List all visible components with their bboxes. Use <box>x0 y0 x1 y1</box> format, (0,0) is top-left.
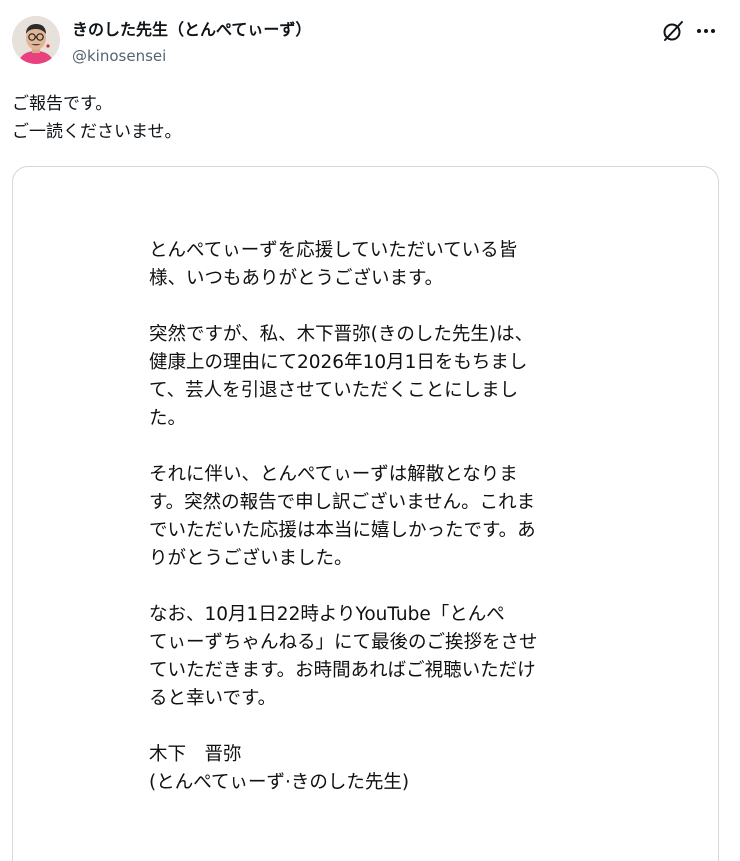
letter-line: てぃーずちゃんねる」にて最後のご挨拶をさせ <box>149 632 538 653</box>
letter-line: ると幸いです。 <box>149 688 277 709</box>
letter-paragraph: 突然ですが、私、木下晋弥(きのした先生)は、 健康上の理由にて2026年10月1… <box>149 321 599 433</box>
letter-line: 様、いつもありがとうございます。 <box>149 268 444 289</box>
letter-line: なお、10月1日22時よりYouTube「とんぺ <box>149 604 505 625</box>
letter-line: て、芸人を引退させていただくことにしまし <box>149 380 519 401</box>
post-text-line: ご報告です。 <box>12 94 113 114</box>
letter-signature: 木下 晋弥 (とんぺてぃーず·きのした先生) <box>149 741 599 797</box>
letter-paragraph: とんぺてぃーずを応援していただいている皆 様、いつもありがとうございます。 <box>149 237 599 293</box>
post-text: ご報告です。 ご一読くださいませ。 <box>12 90 182 146</box>
signature-affiliation: (とんぺてぃーず·きのした先生) <box>149 772 410 793</box>
letter-line: とんぺてぃーずを応援していただいている皆 <box>149 240 518 261</box>
avatar-photo <box>12 16 60 64</box>
letter-line: でいただいた応援は本当に嬉しかったです。あ <box>149 520 536 541</box>
letter-paragraph: それに伴い、とんぺてぃーずは解散となりま す。突然の報告で申し訳ございません。こ… <box>149 461 599 573</box>
letter-line: それに伴い、とんぺてぃーずは解散となりま <box>149 464 518 485</box>
post: きのした先生（とんぺてぃーず） @kinosensei ご報告です。 ご一読くだ… <box>0 0 740 861</box>
signature-name: 木下 晋弥 <box>149 744 242 765</box>
letter-paragraph: なお、10月1日22時よりYouTube「とんぺ てぃーずちゃんねる」にて最後の… <box>149 601 599 713</box>
attached-image[interactable]: とんぺてぃーずを応援していただいている皆 様、いつもありがとうございます。 突然… <box>12 166 719 861</box>
letter-line: 突然ですが、私、木下晋弥(きのした先生)は、 <box>149 324 534 345</box>
letter-line: ていただきます。お時間あればご視聴いただけ <box>149 660 536 681</box>
letter-line: 健康上の理由にて2026年10月1日をもちまし <box>149 352 528 373</box>
post-text-line: ご一読くださいませ。 <box>12 122 182 142</box>
letter-line: す。突然の報告で申し訳ございません。これま <box>149 492 536 513</box>
author-handle[interactable]: @kinosensei <box>72 46 166 66</box>
letter-line: た。 <box>149 408 187 429</box>
announcement-letter: とんぺてぃーずを応援していただいている皆 様、いつもありがとうございます。 突然… <box>149 237 599 797</box>
author-name[interactable]: きのした先生（とんぺてぃーず） <box>72 19 311 41</box>
more-icon[interactable] <box>694 20 718 42</box>
letter-line: りがとうございました。 <box>149 548 353 569</box>
grok-icon[interactable] <box>662 20 684 42</box>
avatar[interactable] <box>12 16 60 64</box>
